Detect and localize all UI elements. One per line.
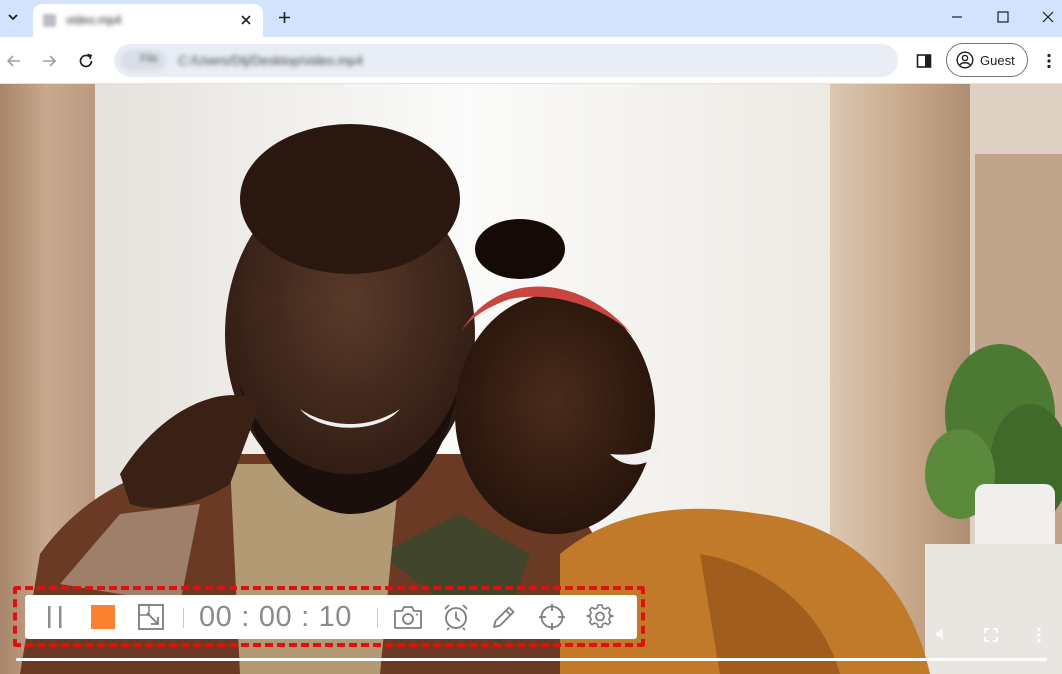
new-tab-button[interactable]	[273, 6, 295, 28]
stop-button[interactable]	[88, 602, 118, 632]
arrow-left-icon	[6, 55, 20, 67]
tab-search-button[interactable]	[2, 6, 24, 28]
stop-icon	[91, 605, 115, 629]
schedule-button[interactable]	[441, 602, 471, 632]
timer-separator: :	[241, 601, 250, 633]
timer-seconds: 10	[318, 601, 352, 633]
side-panel-icon	[916, 54, 932, 68]
recording-timer: 00:00:10	[199, 601, 352, 634]
pencil-icon	[493, 606, 515, 628]
minimize-icon	[952, 16, 962, 18]
timer-separator: :	[301, 601, 310, 633]
fullscreen-icon	[984, 628, 998, 642]
close-icon	[1042, 11, 1054, 23]
tab-strip: video.mp4	[0, 0, 1062, 37]
tab-close-button[interactable]	[236, 10, 256, 30]
kebab-menu-icon	[1047, 53, 1051, 69]
resize-region-icon	[138, 604, 164, 630]
file-favicon-icon	[43, 14, 56, 27]
pause-button[interactable]	[40, 602, 70, 632]
forward-button[interactable]	[37, 49, 61, 73]
resize-region-button[interactable]	[136, 602, 166, 632]
recorder-toolbar: 00:00:10	[25, 595, 637, 639]
video-progress-bar[interactable]	[16, 658, 1047, 661]
maximize-icon	[997, 11, 1009, 23]
timer-hours: 00	[199, 601, 233, 633]
volume-icon	[936, 628, 943, 640]
screenshot-button[interactable]	[393, 602, 423, 632]
profile-button[interactable]: Guest	[946, 43, 1028, 77]
tab-active[interactable]: video.mp4	[33, 4, 263, 37]
fullscreen-button[interactable]	[980, 624, 1002, 646]
person-icon	[956, 51, 974, 69]
video-more-button[interactable]	[1030, 624, 1048, 646]
kebab-menu-icon	[1037, 627, 1041, 643]
close-icon	[241, 15, 251, 25]
url-text[interactable]: C:/Users/Dtj/Desktop/video.mp4	[178, 53, 363, 68]
profile-label: Guest	[980, 52, 1015, 68]
maximize-button[interactable]	[989, 5, 1017, 29]
target-button[interactable]	[537, 602, 567, 632]
tab-title: video.mp4	[66, 13, 122, 27]
reload-button[interactable]	[74, 49, 98, 73]
back-button[interactable]	[2, 49, 26, 73]
browser-toolbar: File C:/Users/Dtj/Desktop/video.mp4 Gues…	[0, 37, 1062, 84]
reload-icon	[79, 53, 93, 68]
gear-icon	[586, 604, 614, 628]
plus-icon	[278, 11, 290, 23]
separator	[377, 608, 378, 628]
separator	[183, 608, 184, 628]
address-bar[interactable]: File C:/Users/Dtj/Desktop/video.mp4	[114, 44, 898, 77]
timer-minutes: 00	[258, 601, 293, 633]
volume-button[interactable]	[932, 624, 952, 644]
site-info-label: File	[140, 53, 158, 65]
minimize-button[interactable]	[943, 5, 971, 29]
annotate-button[interactable]	[489, 602, 519, 632]
camera-icon	[394, 606, 422, 629]
pause-icon	[48, 606, 62, 628]
arrow-right-icon	[43, 55, 57, 67]
side-panel-button[interactable]	[912, 49, 936, 73]
chevron-down-icon	[8, 14, 18, 21]
browser-menu-button[interactable]	[1038, 49, 1060, 73]
crosshair-icon	[539, 604, 565, 630]
close-window-button[interactable]	[1034, 5, 1062, 29]
alarm-clock-icon	[444, 604, 468, 631]
settings-button[interactable]	[585, 602, 615, 632]
